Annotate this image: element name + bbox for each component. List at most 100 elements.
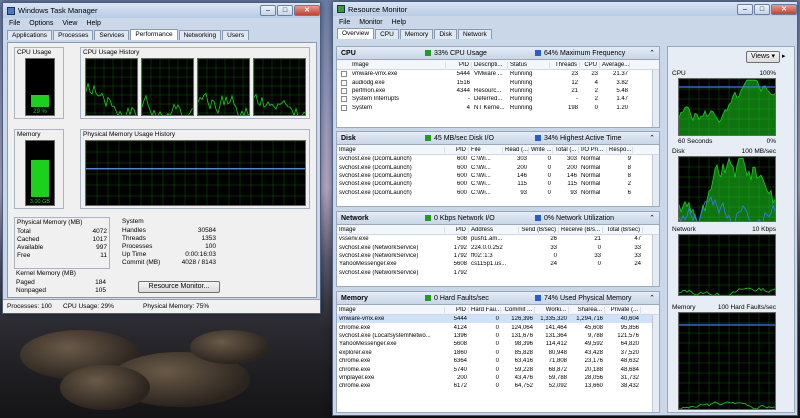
column-header[interactable]: Total (B/sec) [603, 226, 643, 233]
row-checkbox[interactable] [341, 71, 347, 78]
table-row[interactable]: vmware-vmx.exe 5444 VMware ... Running 23 23 2… [337, 70, 659, 78]
tab-network[interactable]: Network [457, 29, 492, 39]
column-header[interactable]: Write ... [529, 146, 553, 153]
column-header[interactable]: Image [337, 146, 445, 153]
column-header[interactable]: Status [508, 61, 550, 68]
close-button[interactable]: ✕ [294, 5, 320, 16]
vertical-scrollbar[interactable] [652, 315, 659, 412]
column-header[interactable]: Total (... [553, 146, 579, 153]
vertical-scrollbar[interactable] [652, 235, 659, 286]
table-row[interactable]: svchost.exe (DcomLaunch) 600 C:\Wi... 303 0 3… [337, 155, 659, 163]
tab-applications[interactable]: Applications [7, 30, 53, 40]
network-section-header[interactable]: Network 0 Kbps Network I/O 0% Network Ut… [337, 212, 659, 225]
resource-monitor-button[interactable]: Resource Monitor... [138, 281, 220, 293]
tab-overview[interactable]: Overview [337, 28, 375, 39]
tab-users[interactable]: Users [222, 30, 250, 40]
column-header[interactable]: Descripti... [472, 61, 508, 68]
row-checkbox[interactable] [341, 96, 347, 103]
maximize-button[interactable]: □ [277, 5, 293, 16]
column-header[interactable]: Sharea... [569, 306, 605, 313]
table-row[interactable]: chrome.exe 5740 0 59,228 68,872 20,188 48,684 [337, 365, 659, 373]
row-checkbox[interactable] [341, 79, 347, 86]
tab-services[interactable]: Services [94, 30, 130, 40]
table-row[interactable]: svchost.exe (DcomLaunch) 600 C:\Wi... 200 0 2… [337, 163, 659, 171]
column-header[interactable]: Worki... [535, 306, 569, 313]
column-header[interactable]: Address [469, 226, 519, 233]
column-header[interactable]: PID [445, 226, 469, 233]
table-row[interactable]: svchost.exe (NetworkService) 1792 224.0.0.… [337, 243, 659, 251]
menu-help[interactable]: Help [392, 19, 406, 26]
tab-performance[interactable]: Performance [130, 29, 178, 40]
column-header[interactable]: Commit ... [501, 306, 535, 313]
table-row[interactable]: audiodg.exe 1516 Running 12 4 3.82 [337, 78, 659, 86]
table-row[interactable]: vmware-vmx.exe 5444 0 126,396 1,335,320 1,294… [337, 315, 659, 324]
table-row[interactable]: svchost.exe (LocalSystemNetwo... 1396 0 131… [337, 332, 659, 340]
table-row[interactable]: svchost.exe (NetworkService) 1792 ff02::1:… [337, 252, 659, 260]
table-row[interactable]: svchost.exe (DcomLaunch) 600 C:\Wi... 115 0 1… [337, 180, 659, 188]
column-header[interactable]: Respo... [607, 146, 633, 153]
cpu-section-header[interactable]: CPU 33% CPU Usage 64% Maximum Frequency … [337, 47, 659, 60]
status-memory: Physical Memory: 75% [143, 303, 210, 310]
close-button[interactable]: ✕ [771, 3, 797, 15]
table-cell: Running [510, 87, 533, 94]
tab-networking[interactable]: Networking [178, 30, 222, 40]
collapse-chevron-icon[interactable]: ⌃ [649, 294, 655, 302]
column-header[interactable]: PID [445, 146, 469, 153]
tab-processes[interactable]: Processes [53, 30, 94, 40]
table-row[interactable]: System 4 NT Kerne... Running 198 0 1.20 [337, 104, 659, 112]
table-row[interactable]: vmplayer.exe 200 0 43,476 59,788 28,056 31,732 [337, 374, 659, 382]
column-header[interactable]: PID [445, 306, 469, 313]
table-cell: chrome.exe [339, 366, 371, 373]
menu-help[interactable]: Help [86, 20, 100, 27]
minimize-button[interactable]: – [260, 5, 276, 16]
column-header[interactable]: Threads [550, 61, 580, 68]
chevron-right-icon[interactable]: ▸ [782, 52, 786, 60]
column-header[interactable]: I/O Pri... [579, 146, 607, 153]
memory-section-header[interactable]: Memory 0 Hard Faults/sec 74% Used Physic… [337, 292, 659, 305]
table-cell: svchost.exe (DcomLaunch) [339, 164, 412, 171]
column-header[interactable]: CPU [580, 61, 600, 68]
column-header[interactable]: Receive (B/s... [559, 226, 603, 233]
column-header[interactable]: Send (B/sec) [519, 226, 559, 233]
maximize-button[interactable]: □ [754, 3, 770, 15]
column-header[interactable]: Private (... [605, 306, 641, 313]
disk-section-header[interactable]: Disk 45 MB/sec Disk I/O 34% Highest Acti… [337, 132, 659, 145]
column-header[interactable]: File [469, 146, 503, 153]
column-header[interactable]: Hard Fau... [469, 306, 501, 313]
table-row[interactable]: svchost.exe (DcomLaunch) 600 C:\Wi... 93 0 93… [337, 189, 659, 197]
table-row[interactable]: chrome.exe 6172 0 64,752 52,092 13,660 38,432 [337, 382, 659, 390]
minimize-button[interactable]: – [737, 3, 753, 15]
collapse-chevron-icon[interactable]: ⌃ [649, 49, 655, 57]
table-row[interactable]: chrome.exe 6364 0 63,416 71,808 23,176 48,632 [337, 357, 659, 365]
column-header[interactable]: PID [446, 61, 472, 68]
column-header[interactable]: Read (... [503, 146, 529, 153]
menu-view[interactable]: View [62, 20, 77, 27]
menu-monitor[interactable]: Monitor [359, 19, 382, 26]
vertical-scrollbar[interactable] [652, 155, 659, 206]
column-header[interactable]: Image [337, 226, 445, 233]
table-row[interactable]: System Interrupts - Deferred... Running -2 1.… [337, 95, 659, 103]
table-row[interactable]: YahooMessenger.exe 5608 0 98,396 114,412 49,5… [337, 340, 659, 348]
column-header[interactable]: Image [337, 306, 445, 313]
table-row[interactable]: chrome.exe 4124 0 124,064 141,464 45,608 95,85… [337, 323, 659, 331]
row-checkbox[interactable] [341, 104, 347, 111]
menu-options[interactable]: Options [29, 20, 53, 27]
collapse-chevron-icon[interactable]: ⌃ [649, 134, 655, 142]
column-header[interactable]: Image [350, 61, 446, 68]
table-row[interactable]: svchost.exe (DcomLaunch) 600 C:\Wi... 146 0 1… [337, 172, 659, 180]
table-row[interactable]: perfmon.exe 4344 Resourc... Running 21 2 5.48 [337, 87, 659, 95]
tab-disk[interactable]: Disk [434, 29, 457, 39]
row-checkbox[interactable] [341, 87, 347, 94]
menu-file[interactable]: File [9, 20, 20, 27]
views-button[interactable]: Views ▾ [746, 51, 780, 63]
menu-file[interactable]: File [339, 19, 350, 26]
tab-cpu[interactable]: CPU [375, 29, 399, 39]
table-row[interactable]: vssenv.exe 508 push1.am... 26 21 47 [337, 235, 659, 243]
collapse-chevron-icon[interactable]: ⌃ [649, 214, 655, 222]
column-header[interactable]: Average... [600, 61, 630, 68]
table-row[interactable]: svchost.exe (NetworkService) 1792 [337, 269, 659, 277]
table-row[interactable]: explorer.exe 1860 0 85,828 80,948 43,428 37,52… [337, 349, 659, 357]
table-row[interactable]: YahooMessenger.exe 5608 cs115p1.us... 24 0 24 [337, 260, 659, 268]
tab-memory[interactable]: Memory [399, 29, 434, 39]
vertical-scrollbar[interactable] [652, 70, 659, 127]
